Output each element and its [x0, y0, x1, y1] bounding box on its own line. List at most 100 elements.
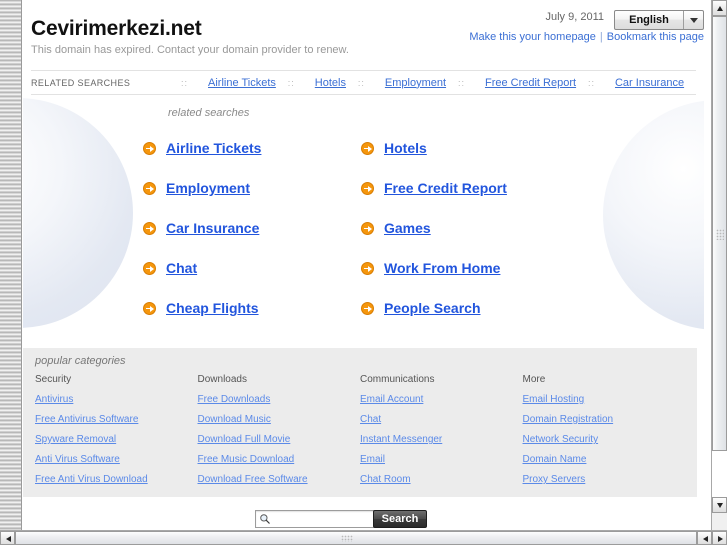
- related-searches-bar-item: :: Free Credit Report: [458, 77, 588, 89]
- category-link[interactable]: Chat Room: [360, 474, 523, 485]
- category-column-more: More Email Hosting Domain Registration N…: [523, 374, 686, 494]
- scroll-left-button[interactable]: [0, 531, 15, 545]
- related-searches-bar-item: :: Airline Tickets: [181, 77, 288, 89]
- related-link-car-insurance[interactable]: Car Insurance: [166, 220, 259, 236]
- horizontal-scrollbar[interactable]: [0, 530, 727, 545]
- category-link[interactable]: Email: [360, 454, 523, 465]
- related-link-hotels[interactable]: Hotels: [384, 140, 427, 156]
- site-search-bar: Search: [23, 510, 704, 530]
- arrow-circle-right-icon: [143, 181, 156, 195]
- page-header: Cevirimerkezi.net This domain has expire…: [23, 0, 704, 66]
- related-search-row[interactable]: People Search: [361, 288, 579, 328]
- header-action-links: Make this your homepage | Bookmark this pa…: [469, 31, 704, 43]
- category-link[interactable]: Proxy Servers: [523, 474, 686, 485]
- related-search-row[interactable]: Employment: [143, 168, 361, 208]
- scroll-down-button[interactable]: [712, 497, 727, 513]
- site-title: Cevirimerkezi.net: [31, 17, 202, 40]
- arrow-circle-right-icon: [361, 301, 374, 315]
- vertical-scrollbar[interactable]: [711, 0, 727, 530]
- bar-separator: ::: [457, 77, 465, 88]
- related-search-row[interactable]: Work From Home: [361, 248, 579, 288]
- search-input-wrapper[interactable]: [255, 510, 388, 528]
- arrow-circle-right-icon: [361, 141, 374, 155]
- current-date: July 9, 2011: [545, 11, 604, 23]
- related-searches-bar: RELATED SEARCHES :: Airline Tickets :: H…: [31, 70, 696, 95]
- related-link-airline-tickets[interactable]: Airline Tickets: [166, 140, 261, 156]
- scrollbar-grip-icon: [716, 229, 724, 240]
- category-link[interactable]: Anti Virus Software: [35, 454, 198, 465]
- related-bar-link-airline-tickets[interactable]: Airline Tickets: [208, 77, 276, 89]
- related-bar-link-car-insurance[interactable]: Car Insurance: [615, 77, 684, 89]
- related-searches-bar-item: :: Car Insurance: [588, 77, 696, 89]
- category-link[interactable]: Free Anti Virus Download: [35, 474, 198, 485]
- category-link[interactable]: Email Hosting: [523, 394, 686, 405]
- category-link[interactable]: Domain Name: [523, 454, 686, 465]
- category-link[interactable]: Free Music Download: [198, 454, 361, 465]
- vertical-scrollbar-thumb[interactable]: [712, 16, 727, 451]
- popular-categories-columns: Security Antivirus Free Antivirus Softwa…: [35, 374, 685, 494]
- make-homepage-link[interactable]: Make this your homepage: [469, 31, 596, 43]
- scrollbar-grip-icon: [341, 535, 353, 542]
- category-link[interactable]: Instant Messenger: [360, 434, 523, 445]
- category-link[interactable]: Spyware Removal: [35, 434, 198, 445]
- header-link-divider: |: [599, 31, 603, 43]
- related-search-row[interactable]: Free Credit Report: [361, 168, 579, 208]
- scrollbar-corner: [711, 514, 727, 530]
- related-link-chat[interactable]: Chat: [166, 260, 197, 276]
- category-link[interactable]: Network Security: [523, 434, 686, 445]
- horizontal-scrollbar-thumb[interactable]: [15, 531, 697, 545]
- category-link[interactable]: Antivirus: [35, 394, 198, 405]
- category-link[interactable]: Download Full Movie: [198, 434, 361, 445]
- category-column-downloads: Downloads Free Downloads Download Music …: [198, 374, 361, 494]
- related-link-people-search[interactable]: People Search: [384, 300, 481, 316]
- arrow-circle-right-icon: [361, 181, 374, 195]
- category-link[interactable]: Chat: [360, 414, 523, 425]
- related-search-row[interactable]: Hotels: [361, 128, 579, 168]
- arrow-circle-right-icon: [143, 261, 156, 275]
- category-link[interactable]: Download Music: [198, 414, 361, 425]
- popular-categories-section: popular categories Security Antivirus Fr…: [23, 348, 697, 497]
- language-selector-value: English: [629, 14, 669, 26]
- bookmark-page-link[interactable]: Bookmark this page: [607, 31, 704, 43]
- related-searches-columns: Airline Tickets Employment Car Insurance…: [143, 128, 683, 328]
- related-searches-column-left: Airline Tickets Employment Car Insurance…: [143, 128, 361, 328]
- category-link[interactable]: Free Antivirus Software: [35, 414, 198, 425]
- related-search-row[interactable]: Car Insurance: [143, 208, 361, 248]
- related-bar-link-employment[interactable]: Employment: [385, 77, 446, 89]
- bar-separator: ::: [287, 77, 295, 88]
- magnifier-icon: [260, 514, 270, 524]
- related-search-row[interactable]: Games: [361, 208, 579, 248]
- related-link-employment[interactable]: Employment: [166, 180, 250, 196]
- related-searches-bar-label: RELATED SEARCHES: [31, 77, 131, 88]
- related-search-row[interactable]: Airline Tickets: [143, 128, 361, 168]
- page-canvas: Cevirimerkezi.net This domain has expire…: [23, 0, 704, 530]
- bar-separator: ::: [587, 77, 595, 88]
- related-bar-link-free-credit-report[interactable]: Free Credit Report: [485, 77, 576, 89]
- search-button[interactable]: Search: [373, 510, 427, 528]
- bar-separator: ::: [181, 77, 189, 88]
- category-link[interactable]: Domain Registration: [523, 414, 686, 425]
- scroll-left-button-secondary[interactable]: [697, 531, 712, 545]
- related-search-row[interactable]: Chat: [143, 248, 361, 288]
- category-link[interactable]: Email Account: [360, 394, 523, 405]
- related-searches-bar-item: :: Hotels: [288, 77, 358, 89]
- related-link-games[interactable]: Games: [384, 220, 431, 236]
- related-bar-link-hotels[interactable]: Hotels: [315, 77, 346, 89]
- related-link-cheap-flights[interactable]: Cheap Flights: [166, 300, 259, 316]
- category-link[interactable]: Download Free Software: [198, 474, 361, 485]
- related-link-work-from-home[interactable]: Work From Home: [384, 260, 500, 276]
- related-search-row[interactable]: Cheap Flights: [143, 288, 361, 328]
- language-selector-divider: [683, 11, 684, 29]
- scroll-right-button[interactable]: [712, 531, 727, 545]
- category-link[interactable]: Free Downloads: [198, 394, 361, 405]
- language-selector[interactable]: English: [614, 10, 704, 30]
- left-striped-gutter: [0, 0, 22, 530]
- related-link-free-credit-report[interactable]: Free Credit Report: [384, 180, 507, 196]
- browser-viewport: Cevirimerkezi.net This domain has expire…: [0, 0, 727, 545]
- arrow-circle-right-icon: [361, 221, 374, 235]
- bar-separator: ::: [357, 77, 365, 88]
- triangle-left-icon: [6, 536, 11, 542]
- search-input[interactable]: [275, 514, 387, 528]
- scroll-up-button[interactable]: [712, 0, 727, 16]
- chevron-down-icon: [690, 18, 698, 23]
